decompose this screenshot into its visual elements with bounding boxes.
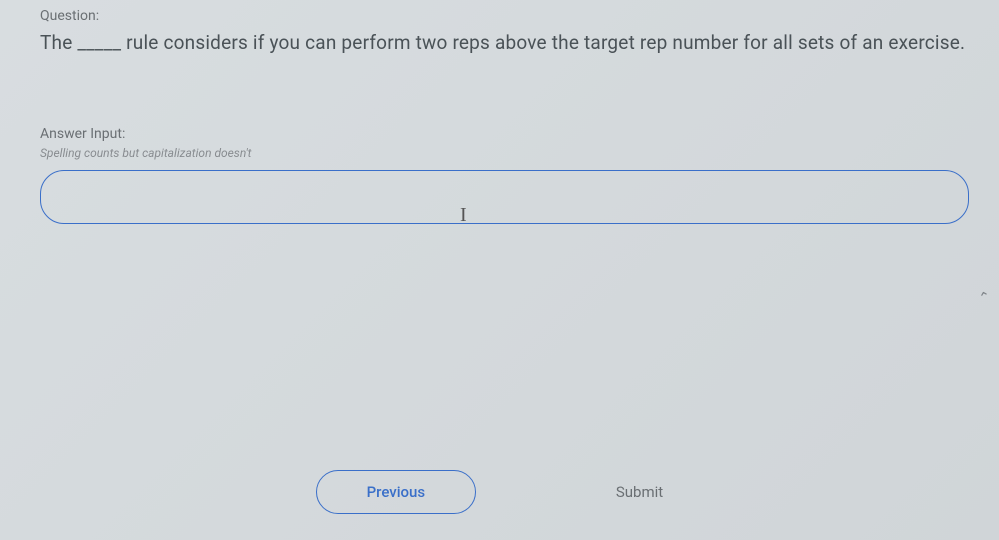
answer-input[interactable] [40,170,969,224]
submit-button[interactable]: Submit [596,471,683,513]
previous-button[interactable]: Previous [316,470,476,514]
answer-input-hint: Spelling counts but capitalization doesn… [40,146,969,160]
question-label: Question: [40,8,969,24]
question-text: The _____ rule considers if you can perf… [40,30,969,56]
answer-input-label: Answer Input: [40,126,969,142]
button-row: Previous Submit [0,470,999,514]
scroll-up-icon: ⌃ [977,289,992,307]
